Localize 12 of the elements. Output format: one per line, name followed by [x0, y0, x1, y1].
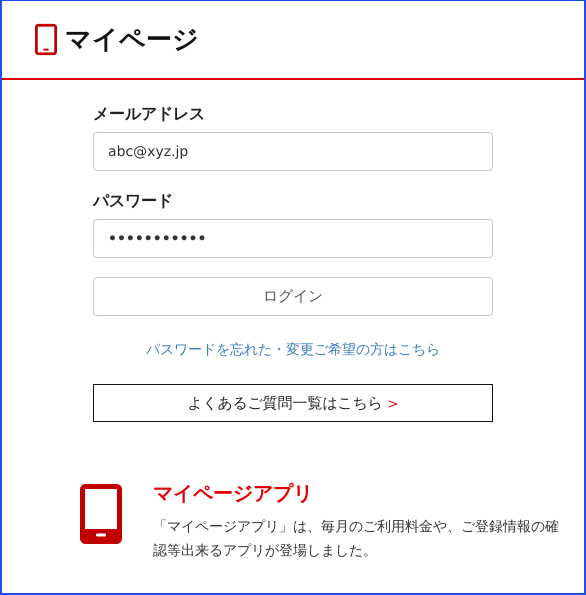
faq-button[interactable]: よくあるご質問一覧はこちら >	[93, 384, 493, 422]
app-title: マイページアプリ	[153, 480, 314, 507]
field-label: パスワード	[93, 191, 174, 212]
password-field[interactable]: •••••••••••	[93, 219, 493, 258]
field-label: メールアドレス	[93, 104, 206, 125]
smartphone-icon	[79, 484, 123, 544]
smartphone-icon	[35, 23, 57, 56]
email-field[interactable]: abc@xyz.jp	[93, 132, 493, 171]
app-description: 「マイページアプリ」は、毎月のご利用料金や、ご登録情報の確認等出来るアプリが登場しました。	[153, 518, 560, 561]
forgot-password-link[interactable]: パスワードを忘れた・変更ご希望の方はこちら	[146, 341, 440, 359]
page-title: マイページ	[65, 24, 199, 57]
login-button[interactable]: ログイン	[93, 277, 493, 316]
